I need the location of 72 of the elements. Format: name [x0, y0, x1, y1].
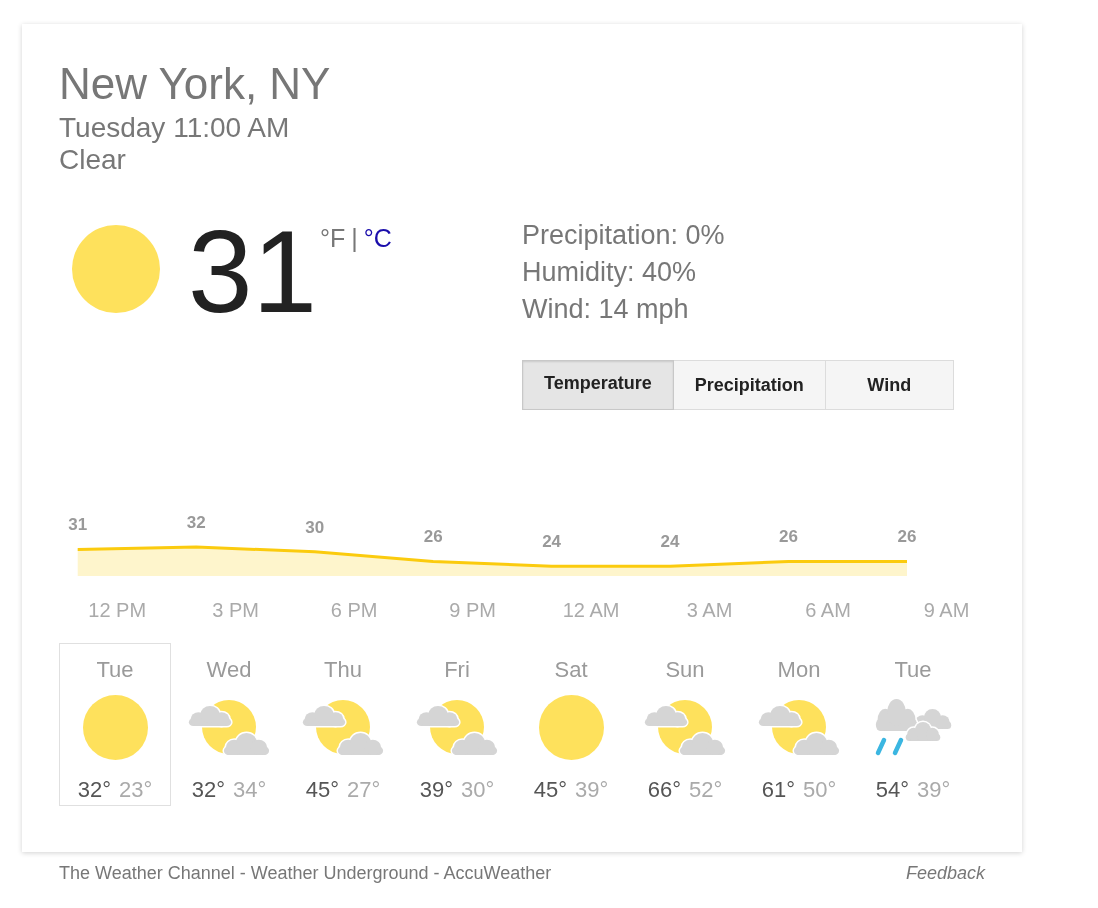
data-label: 31	[68, 515, 88, 535]
sun-icon	[72, 225, 160, 313]
day-name: Tue	[894, 657, 932, 683]
day-forecast[interactable]: Thu 45° 27°	[287, 643, 399, 806]
day-forecast[interactable]: Sun 66° 52°	[629, 643, 741, 806]
low-temperature: 34°	[233, 777, 267, 803]
high-temperature: 32°	[77, 777, 111, 803]
weather-detail: Precipitation: 0%	[522, 219, 725, 252]
data-label: 24	[542, 532, 562, 552]
day-name: Tue	[96, 657, 134, 683]
day-name: Sat	[554, 657, 588, 683]
unit-option[interactable]: °F	[320, 223, 346, 253]
high-temperature: 54°	[875, 777, 909, 803]
unit-separator: |	[351, 223, 358, 253]
day-name: Fri	[444, 657, 470, 683]
feedback-link[interactable]: Feedback	[905, 862, 985, 884]
current-temperature: 31	[188, 214, 318, 330]
time-label: 6 AM	[805, 599, 851, 621]
data-label: 32	[186, 513, 206, 532]
source-attribution: The Weather Channel - Weather Underground - AccuWeather	[59, 862, 552, 884]
day-name: Wed	[206, 657, 252, 683]
time-label: 12 AM	[562, 599, 620, 621]
sun-cloud-icon	[302, 699, 384, 755]
sun-cloud-icon	[644, 699, 726, 755]
time-label: 9 AM	[923, 599, 970, 621]
high-temperature: 45°	[533, 777, 567, 803]
sun-cloud-icon	[416, 699, 498, 755]
chart-tab[interactable]: Precipitation	[673, 360, 826, 410]
sun-cloud-icon	[758, 699, 840, 755]
chart-tab[interactable]: Temperature	[522, 360, 674, 410]
day-forecast[interactable]: Wed 32° 34°	[173, 643, 285, 806]
low-temperature: 39°	[917, 777, 951, 803]
data-label: 26	[897, 527, 917, 547]
location-name: New York, NY	[59, 59, 331, 109]
time-label: 12 PM	[88, 599, 147, 621]
high-temperature: 61°	[761, 777, 795, 803]
low-temperature: 30°	[461, 777, 495, 803]
day-forecast[interactable]: Mon 61° 50°	[743, 643, 855, 806]
time-label: 3 AM	[686, 599, 733, 621]
weather-detail: Humidity: 40%	[522, 256, 697, 289]
high-temperature: 39°	[419, 777, 453, 803]
unit-option[interactable]: °C	[363, 223, 392, 253]
data-label: 30	[305, 517, 325, 537]
day-forecast[interactable]: Sat 45° 39°	[515, 643, 627, 806]
day-forecast[interactable]: Fri 39° 30°	[401, 643, 513, 806]
day-name: Mon	[777, 657, 821, 683]
high-temperature: 32°	[191, 777, 225, 803]
data-label: 26	[423, 527, 443, 547]
low-temperature: 27°	[347, 777, 381, 803]
high-temperature: 66°	[647, 777, 681, 803]
sun-icon	[82, 694, 148, 760]
day-forecast[interactable]: Tue 54° 39°	[857, 643, 969, 806]
chart-tab[interactable]: Wind	[825, 360, 954, 410]
low-temperature: 39°	[575, 777, 609, 803]
low-temperature: 23°	[119, 777, 153, 803]
sun-icon	[538, 694, 604, 760]
day-name: Thu	[324, 657, 362, 683]
data-label: 26	[779, 527, 798, 547]
time-label: 3 PM	[212, 599, 260, 621]
weather-detail: Wind: 14 mph	[522, 293, 689, 326]
time-label: 6 PM	[330, 599, 378, 621]
day-forecast[interactable]: Tue 32° 23°	[59, 643, 171, 806]
day-name: Sun	[665, 657, 705, 683]
low-temperature: 50°	[803, 777, 837, 803]
low-temperature: 52°	[689, 777, 723, 803]
sun-cloud-icon	[188, 699, 270, 755]
data-label: 24	[660, 532, 680, 552]
high-temperature: 45°	[305, 777, 339, 803]
time-label: 9 PM	[449, 599, 496, 621]
date-time: Tuesday 11:00 AM	[59, 112, 290, 144]
weather-condition: Clear	[59, 144, 126, 176]
rain-cloud-icon	[874, 698, 952, 756]
